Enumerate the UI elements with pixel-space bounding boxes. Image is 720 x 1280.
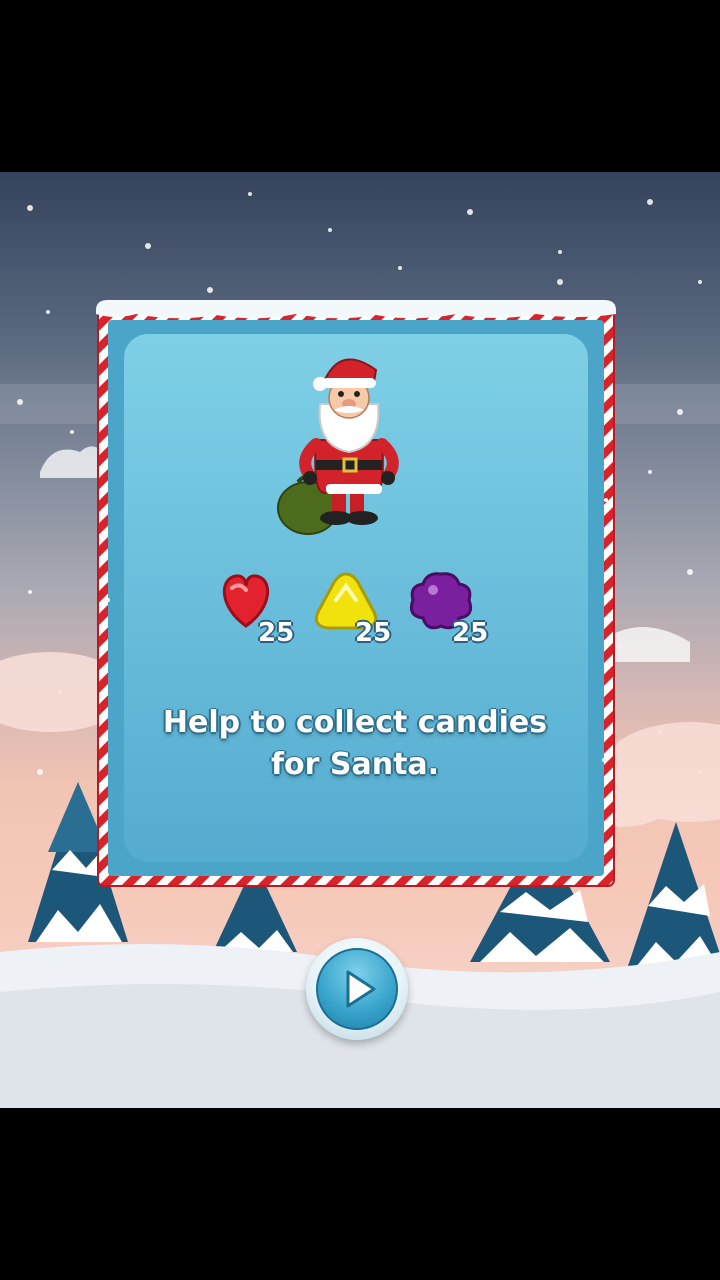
instruction-message: Help to collect candies for Santa. [125, 702, 585, 786]
instruction-panel [96, 300, 616, 887]
instruction-line-1: Help to collect candies [162, 705, 548, 740]
candy-count-purple: 25 [452, 618, 489, 648]
candy-count-red: 25 [258, 618, 295, 648]
play-icon [346, 970, 376, 1008]
game-screen: 25 25 25 Help to collect candies for San… [0, 172, 720, 1108]
candy-count-yellow: 25 [355, 618, 392, 648]
play-button-face [316, 948, 398, 1030]
instruction-line-2: for Santa. [270, 747, 440, 782]
play-button[interactable] [306, 938, 408, 1040]
